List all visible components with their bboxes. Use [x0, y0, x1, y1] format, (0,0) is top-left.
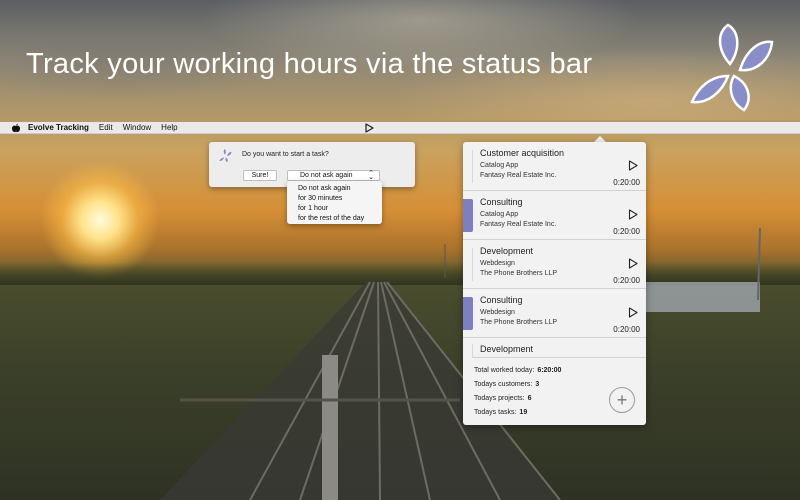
chevron-updown-icon: ⌃ ⌄ [368, 170, 374, 181]
snooze-dropdown: Do not ask again for 30 minutes for 1 ho… [287, 181, 382, 224]
task-indicator [463, 248, 473, 281]
task-active-indicator [463, 199, 473, 232]
snooze-option[interactable]: for the rest of the day [298, 214, 382, 224]
menu-window[interactable]: Window [123, 123, 151, 132]
task-project: Webdesign [480, 309, 515, 316]
play-icon[interactable] [628, 307, 638, 318]
snooze-select-value: Do not ask again [300, 172, 353, 179]
menu-help[interactable]: Help [161, 123, 177, 132]
task-time: 0:20:00 [613, 178, 640, 187]
task-customer: The Phone Brothers LLP [480, 319, 558, 326]
total-worked-label: Total worked today: [474, 367, 535, 374]
play-icon[interactable] [628, 258, 638, 269]
apple-icon[interactable] [11, 123, 21, 133]
task-name: Development [480, 246, 534, 256]
menu-bar: Evolve Tracking Edit Window Help [0, 122, 800, 134]
customers-label: Todays customers: [474, 381, 533, 388]
hero-title: Track your working hours via the status … [26, 48, 593, 80]
snooze-option[interactable]: Do not ask again [298, 184, 382, 194]
menu-app-name[interactable]: Evolve Tracking [28, 123, 89, 132]
menu-edit[interactable]: Edit [99, 123, 113, 132]
task-customer: Fantasy Real Estate Inc. [480, 221, 557, 228]
total-worked-value: 6:20:00 [537, 367, 562, 374]
evolve-logo-icon [218, 148, 233, 163]
evolve-logo-icon [690, 23, 774, 112]
snooze-option[interactable]: for 1 hour [298, 204, 382, 214]
add-task-button[interactable]: + [609, 387, 635, 413]
play-icon[interactable] [628, 160, 638, 171]
task-customer: The Phone Brothers LLP [480, 270, 558, 277]
task-active-indicator [463, 297, 473, 330]
task-indicator [463, 150, 473, 183]
sure-button[interactable]: Sure! [243, 170, 277, 181]
projects-value: 6 [527, 395, 532, 402]
task-row[interactable]: Development [463, 338, 646, 358]
tasks-label: Todays tasks: [474, 409, 517, 416]
task-customer: Fantasy Real Estate Inc. [480, 172, 557, 179]
task-time: 0:20:00 [613, 227, 640, 236]
projects-label: Todays projects: [474, 395, 525, 402]
task-row[interactable]: Consulting Catalog App Fantasy Real Esta… [463, 191, 646, 240]
task-project: Webdesign [480, 260, 515, 267]
status-bar-play-icon[interactable] [364, 123, 374, 133]
task-name: Development [480, 344, 534, 354]
task-name: Consulting [480, 295, 523, 305]
task-row[interactable]: Consulting Webdesign The Phone Brothers … [463, 289, 646, 338]
snooze-select[interactable]: Do not ask again ⌃ ⌄ [287, 170, 380, 181]
daily-stats: Total worked today: 6:20:00 Todays custom… [474, 364, 561, 420]
snooze-option[interactable]: for 30 minutes [298, 194, 382, 204]
task-row[interactable]: Development Webdesign The Phone Brothers… [463, 240, 646, 289]
task-project: Catalog App [480, 162, 519, 169]
task-time: 0:20:00 [613, 325, 640, 334]
task-name: Consulting [480, 197, 523, 207]
task-name: Customer acquisition [480, 148, 565, 158]
task-row[interactable]: Customer acquisition Catalog App Fantasy… [463, 142, 646, 191]
task-indicator [463, 344, 473, 358]
play-icon[interactable] [628, 209, 638, 220]
task-time: 0:20:00 [613, 276, 640, 285]
task-project: Catalog App [480, 211, 519, 218]
prompt-question: Do you want to start a task? [242, 151, 329, 158]
customers-value: 3 [535, 381, 540, 388]
tracking-panel: Customer acquisition Catalog App Fantasy… [463, 142, 646, 425]
tasks-value: 19 [519, 409, 528, 416]
